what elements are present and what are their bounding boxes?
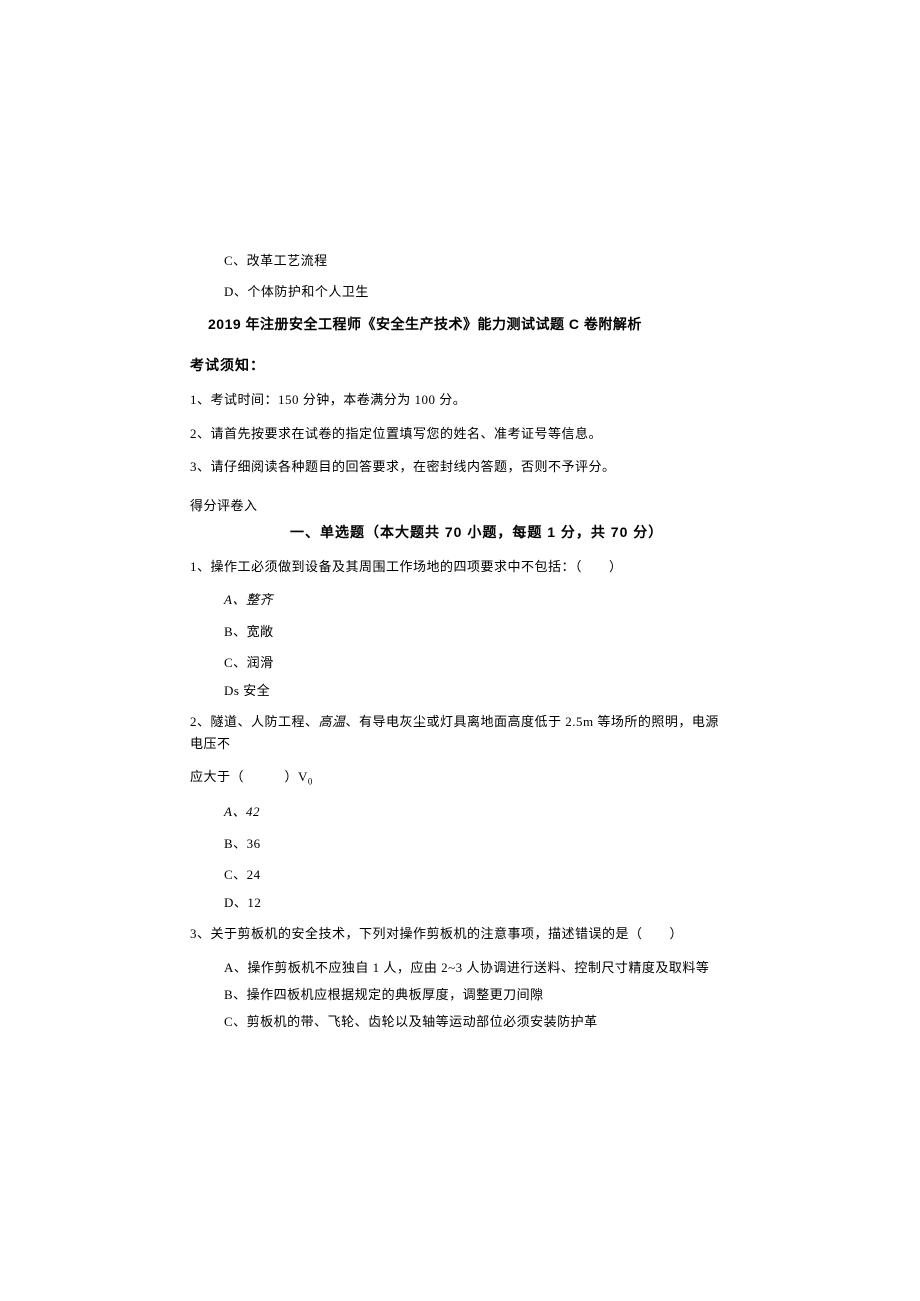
q2-stem-italic: 高温 bbox=[319, 714, 346, 729]
q3-option-a: A、操作剪板机不应独自 1 人，应由 2~3 人协调进行送料、控制尺寸精度及取料… bbox=[190, 957, 730, 978]
q2-stem-line2: 应大于（ ）V0 bbox=[190, 766, 730, 789]
q1-option-c: C、润滑 bbox=[190, 652, 730, 673]
q1-option-b: B、宽敞 bbox=[190, 621, 730, 642]
instruction-3: 3、请仔细阅读各种题目的回答要求，在密封线内答题，否则不予评分。 bbox=[190, 456, 730, 477]
part1-title: 一、单选题（本大题共 70 小题，每题 1 分，共 70 分） bbox=[190, 521, 730, 544]
document-title: 2019 年注册安全工程师《安全生产技术》能力测试试题 C 卷附解析 bbox=[190, 313, 730, 336]
q3-stem: 3、关于剪板机的安全技术，下列对操作剪板机的注意事项，描述错误的是（ ） bbox=[190, 923, 730, 944]
q2-line2-text: 应大于（ ）V bbox=[190, 769, 308, 784]
q1-option-a: A、整齐 bbox=[190, 589, 730, 610]
instruction-1: 1、考试时间：150 分钟，本卷满分为 100 分。 bbox=[190, 389, 730, 410]
instruction-2: 2、请首先按要求在试卷的指定位置填写您的姓名、准考证号等信息。 bbox=[190, 423, 730, 444]
q2-option-d: D、12 bbox=[190, 892, 730, 913]
q2-option-a: A、42 bbox=[190, 801, 730, 822]
q1-option-d: Ds 安全 bbox=[190, 680, 730, 701]
score-line: 得分评卷入 bbox=[190, 495, 730, 516]
q1-a-text: A、整齐 bbox=[224, 592, 273, 607]
notice-header: 考试须知： bbox=[190, 354, 730, 377]
prelude-option-d: D、个体防护和个人卫生 bbox=[190, 281, 730, 302]
q3-option-c: C、剪板机的带、飞轮、齿轮以及轴等运动部位必须安装防护革 bbox=[190, 1011, 730, 1032]
q2-stem-part1: 2、隧道、人防工程、 bbox=[190, 714, 319, 729]
q2-stem: 2、隧道、人防工程、高温、有导电灰尘或灯具离地面高度低于 2.5m 等场所的照明… bbox=[190, 711, 730, 754]
q2-option-b: B、36 bbox=[190, 833, 730, 854]
q2-a-text: A、42 bbox=[224, 804, 260, 819]
q2-subscript: 0 bbox=[308, 777, 313, 787]
q2-option-c: C、24 bbox=[190, 864, 730, 885]
q3-option-b: B、操作四板机应根据规定的典板厚度，调整更刀间隙 bbox=[190, 984, 730, 1005]
prelude-option-c: C、改革工艺流程 bbox=[190, 250, 730, 271]
q1-stem: 1、操作工必须做到设备及其周围工作场地的四项要求中不包括：（ ） bbox=[190, 556, 730, 577]
